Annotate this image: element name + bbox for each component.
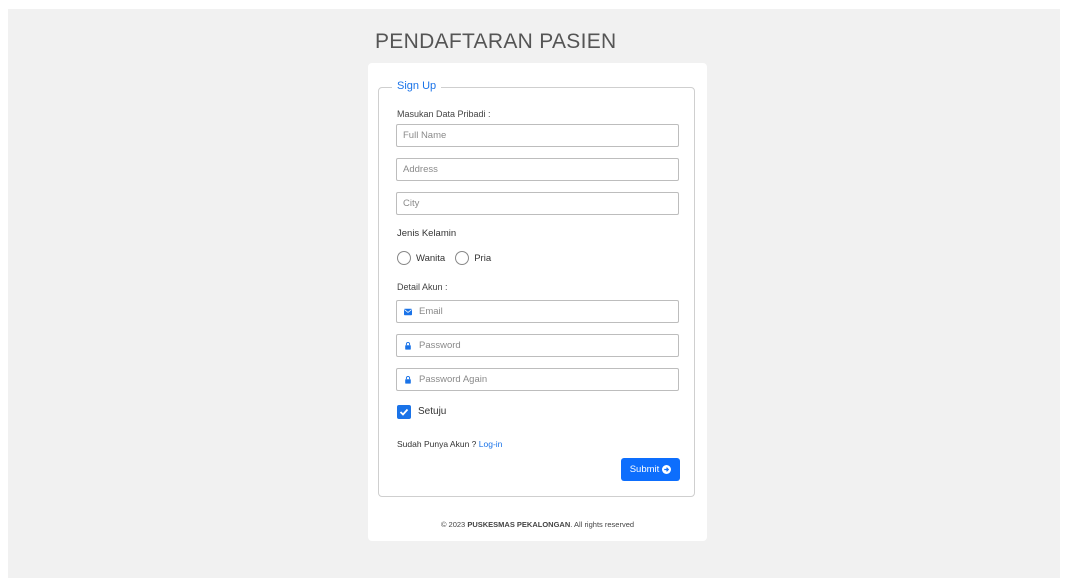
footer-brand: PUSKESMAS PEKALONGAN <box>467 520 571 529</box>
submit-button[interactable]: Submit <box>621 458 680 481</box>
gender-option-wanita-label[interactable]: Wanita <box>416 253 445 264</box>
have-account-text: Sudah Punya Akun ? Log-in <box>397 439 502 449</box>
email-input[interactable] <box>397 301 678 322</box>
gender-radio-group: Wanita Pria <box>397 250 501 266</box>
gender-label: Jenis Kelamin <box>397 228 457 239</box>
have-account-question: Sudah Punya Akun ? <box>397 439 477 449</box>
full-name-field[interactable] <box>396 124 679 147</box>
lock-icon <box>405 376 411 384</box>
gender-radio-pria[interactable] <box>455 251 470 265</box>
page-title: PENDAFTARAN PASIEN <box>375 30 617 53</box>
arrow-circle-right-icon <box>662 465 672 474</box>
password-again-input[interactable] <box>397 369 678 390</box>
agree-checkbox[interactable] <box>397 405 411 419</box>
city-input[interactable] <box>397 193 678 214</box>
footer-prefix: © 2023 <box>440 520 466 529</box>
personal-data-label: Masukan Data Pribadi : <box>397 109 491 119</box>
city-field[interactable] <box>396 192 679 215</box>
checkmark-icon <box>399 408 409 416</box>
submit-label: Submit <box>629 464 660 475</box>
agree-label[interactable]: Setuju <box>418 406 446 417</box>
gender-option-pria-label[interactable]: Pria <box>474 253 491 264</box>
footer-suffix: . All rights reserved <box>570 520 635 529</box>
password-again-field[interactable] <box>396 368 679 391</box>
password-input[interactable] <box>397 335 678 356</box>
address-field[interactable] <box>396 158 679 181</box>
envelope-icon <box>404 308 412 316</box>
login-link[interactable]: Log-in <box>479 439 503 449</box>
account-detail-label: Detail Akun : <box>397 282 448 292</box>
lock-icon <box>405 342 411 350</box>
password-field[interactable] <box>396 334 679 357</box>
address-input[interactable] <box>397 159 678 180</box>
signup-card: Sign Up Masukan Data Pribadi : Jenis Kel… <box>368 63 707 541</box>
signup-fieldset <box>378 87 695 497</box>
email-field[interactable] <box>396 300 679 323</box>
gender-radio-wanita[interactable] <box>397 251 411 265</box>
full-name-input[interactable] <box>397 125 678 146</box>
footer-copyright: © 2023 PUSKESMAS PEKALONGAN. All rights … <box>368 520 707 529</box>
signup-legend: Sign Up <box>392 80 442 92</box>
